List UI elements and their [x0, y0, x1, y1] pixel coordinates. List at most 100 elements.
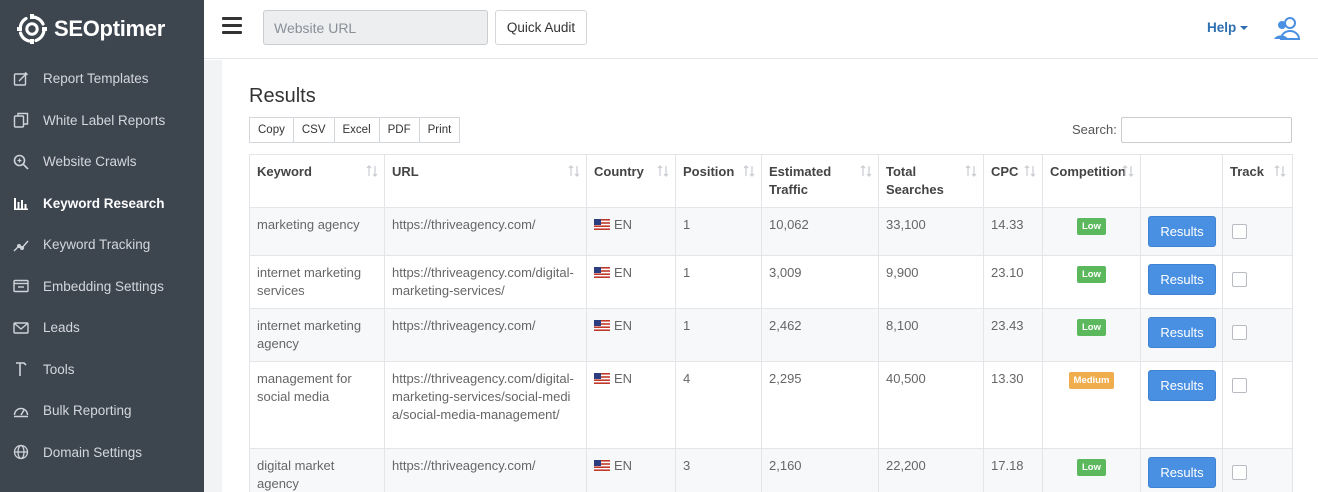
sidebar-item-bulk-reporting[interactable]: Bulk Reporting — [0, 390, 204, 432]
position-cell: 1 — [675, 207, 762, 256]
competition-cell: Low — [1042, 255, 1141, 309]
sidebar-item-keyword-tracking[interactable]: Keyword Tracking — [0, 224, 204, 266]
us-flag-icon — [594, 320, 610, 331]
sidebar-item-label: Embedding Settings — [43, 278, 164, 294]
export-buttons: Copy CSV Excel PDF Print — [249, 117, 461, 143]
sort-icon — [1024, 165, 1036, 177]
sidebar-item-white-label-reports[interactable]: White Label Reports — [0, 100, 204, 142]
track-cell — [1222, 308, 1293, 362]
column-label: Keyword — [257, 164, 312, 179]
column-header-estimated-traffic[interactable]: Estimated Traffic — [761, 154, 879, 208]
traffic-cell: 2,295 — [761, 361, 879, 449]
track-cell — [1222, 255, 1293, 309]
cpc-cell: 23.10 — [983, 255, 1043, 309]
sidebar-item-domain-settings[interactable]: Domain Settings — [0, 432, 204, 474]
track-checkbox[interactable] — [1232, 465, 1247, 480]
quick-audit-button[interactable]: Quick Audit — [495, 10, 587, 45]
column-header-competition[interactable]: Competition — [1042, 154, 1141, 208]
column-header-track[interactable]: Track — [1222, 154, 1293, 208]
search-input[interactable] — [1121, 117, 1292, 143]
csv-button[interactable]: CSV — [292, 117, 335, 143]
keyword-cell: internet marketing agency — [249, 308, 385, 362]
keyword-cell: marketing agency — [249, 207, 385, 256]
sidebar-item-report-templates[interactable]: Report Templates — [0, 58, 204, 100]
sidebar-item-label: Website Crawls — [43, 154, 137, 170]
country-code: EN — [614, 217, 633, 232]
table-row: management for social media https://thri… — [249, 361, 1293, 449]
results-button[interactable]: Results — [1148, 216, 1216, 247]
sidebar-item-label: White Label Reports — [43, 112, 166, 128]
brand-logo[interactable]: SEOptimer — [0, 0, 204, 58]
column-header-url[interactable]: URL — [384, 154, 587, 208]
column-header-total-searches[interactable]: Total Searches — [878, 154, 984, 208]
url-cell: https://thriveagency.com/ — [384, 308, 587, 362]
results-cell: Results — [1140, 308, 1223, 362]
sort-icon — [743, 165, 755, 177]
track-checkbox[interactable] — [1232, 378, 1247, 393]
sidebar-item-keyword-research[interactable]: Keyword Research — [0, 183, 204, 225]
brand-name: SEOptimer — [54, 16, 165, 41]
position-cell: 4 — [675, 361, 762, 449]
users-icon[interactable] — [1272, 15, 1302, 41]
sidebar-item-tools[interactable]: Tools — [0, 349, 204, 391]
searches-cell: 22,200 — [878, 448, 984, 492]
sidebar-item-label: Keyword Research — [43, 195, 165, 211]
column-label: CPC — [991, 164, 1019, 179]
column-header-cpc[interactable]: CPC — [983, 154, 1043, 208]
table-row: marketing agency https://thriveagency.co… — [249, 207, 1293, 256]
sidebar-nav: Report Templates White Label Reports Web… — [0, 58, 204, 473]
results-button[interactable]: Results — [1148, 264, 1216, 295]
sidebar-item-website-crawls[interactable]: Website Crawls — [0, 141, 204, 183]
bar-chart-icon — [12, 194, 30, 212]
top-bar: Quick Audit Help — [204, 0, 1318, 59]
print-button[interactable]: Print — [418, 117, 461, 143]
copy-button[interactable]: Copy — [249, 117, 294, 143]
help-dropdown[interactable]: Help — [1207, 20, 1249, 35]
results-cell: Results — [1140, 448, 1223, 492]
results-button[interactable]: Results — [1148, 370, 1216, 401]
sidebar-item-label: Leads — [43, 320, 80, 336]
track-cell — [1222, 448, 1293, 492]
help-label: Help — [1207, 20, 1237, 35]
results-button[interactable]: Results — [1148, 317, 1216, 348]
country-code: EN — [614, 318, 633, 333]
sidebar-item-embedding-settings[interactable]: Embedding Settings — [0, 266, 204, 308]
column-label: Competition — [1050, 164, 1126, 179]
cpc-cell: 14.33 — [983, 207, 1043, 256]
website-url-input[interactable] — [263, 10, 488, 45]
url-cell: https://thriveagency.com/ — [384, 207, 587, 256]
results-table: Keyword URL Country Position Estimated T… — [249, 154, 1293, 492]
country-code: EN — [614, 371, 633, 386]
competition-cell: Low — [1042, 448, 1141, 492]
results-cell: Results — [1140, 255, 1223, 309]
menu-icon[interactable] — [222, 17, 242, 35]
track-checkbox[interactable] — [1232, 224, 1247, 239]
position-cell: 1 — [675, 255, 762, 309]
column-header-keyword[interactable]: Keyword — [249, 154, 385, 208]
column-header-position[interactable]: Position — [675, 154, 762, 208]
competition-badge: Medium — [1068, 372, 1115, 389]
table-header-row: Keyword URL Country Position Estimated T… — [249, 154, 1293, 208]
pdf-button[interactable]: PDF — [378, 117, 420, 143]
envelope-icon — [12, 319, 30, 337]
dashboard-icon — [12, 402, 30, 420]
table-row: internet marketing agency https://thrive… — [249, 308, 1293, 362]
sort-icon — [860, 165, 872, 177]
url-cell: https://thriveagency.com/ — [384, 448, 587, 492]
column-label: Total Searches — [886, 164, 944, 197]
searches-cell: 8,100 — [878, 308, 984, 362]
track-checkbox[interactable] — [1232, 272, 1247, 287]
track-checkbox[interactable] — [1232, 325, 1247, 340]
excel-button[interactable]: Excel — [333, 117, 380, 143]
competition-cell: Low — [1042, 207, 1141, 256]
sort-icon — [1122, 165, 1134, 177]
sort-icon — [1274, 165, 1286, 177]
competition-cell: Medium — [1042, 361, 1141, 449]
globe-icon — [12, 443, 30, 461]
sidebar-item-leads[interactable]: Leads — [0, 307, 204, 349]
track-cell — [1222, 207, 1293, 256]
keyword-cell: management for social media — [249, 361, 385, 449]
column-header-country[interactable]: Country — [586, 154, 676, 208]
search-label: Search: — [1072, 122, 1117, 137]
results-button[interactable]: Results — [1148, 457, 1216, 488]
